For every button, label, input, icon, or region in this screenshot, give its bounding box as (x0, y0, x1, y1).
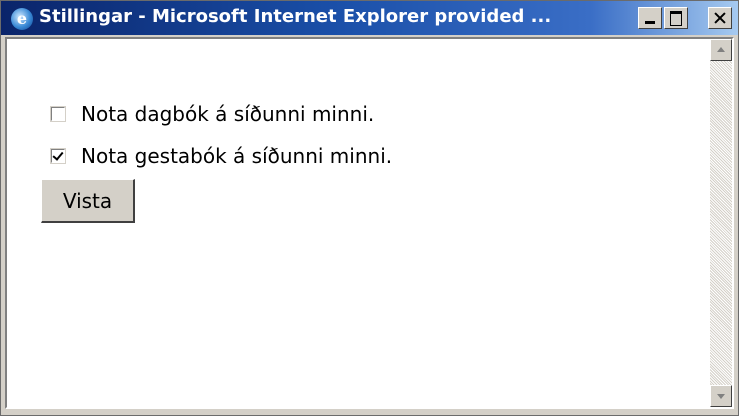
vertical-scrollbar[interactable] (710, 39, 732, 407)
internet-explorer-icon: e (11, 8, 33, 30)
title-bar[interactable]: e Stillingar - Microsoft Internet Explor… (1, 1, 738, 35)
scroll-up-button[interactable] (710, 39, 732, 61)
arrow-down-icon (717, 394, 725, 399)
option-guestbook[interactable]: Nota gestabók á síðunni minni. (50, 143, 393, 169)
option-diary[interactable]: Nota dagbók á síðunni minni. (50, 101, 375, 127)
close-button[interactable] (708, 7, 732, 29)
minimize-button[interactable] (638, 7, 662, 29)
scroll-down-button[interactable] (710, 385, 732, 407)
checkbox-guestbook[interactable] (50, 148, 66, 164)
window-title: Stillingar - Microsoft Internet Explorer… (39, 6, 552, 27)
checkbox-diary[interactable] (50, 106, 66, 122)
page-content-frame: Nota dagbók á síðunni minni. Nota gestab… (5, 37, 734, 409)
arrow-up-icon (717, 47, 725, 52)
checkbox-diary-label: Nota dagbók á síðunni minni. (81, 102, 375, 126)
browser-popup-window: e Stillingar - Microsoft Internet Explor… (0, 0, 739, 416)
maximize-button[interactable] (664, 7, 688, 29)
save-button[interactable]: Vista (41, 179, 135, 223)
checkbox-guestbook-label: Nota gestabók á síðunni minni. (81, 144, 393, 168)
settings-form: Nota dagbók á síðunni minni. Nota gestab… (7, 39, 710, 407)
